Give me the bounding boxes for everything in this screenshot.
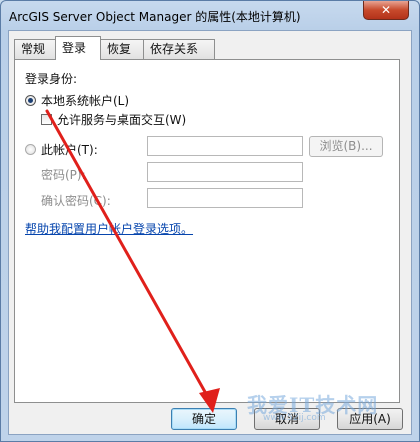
password-label: 密码(P):: [41, 168, 86, 182]
local-system-label[interactable]: 本地系统帐户(L): [41, 92, 129, 109]
confirm-password-label: 确认密码(C):: [41, 194, 111, 208]
properties-dialog: ArcGIS Server Object Manager 的属性(本地计算机) …: [0, 0, 420, 442]
ok-button[interactable]: 确定: [171, 408, 237, 430]
logon-as-label: 登录身份:: [25, 72, 78, 86]
confirm-password-input[interactable]: [147, 188, 303, 208]
account-input[interactable]: [147, 136, 303, 156]
tab-dependencies[interactable]: 依存关系: [143, 39, 215, 59]
title-bar[interactable]: ArcGIS Server Object Manager 的属性(本地计算机) …: [1, 1, 419, 29]
password-input[interactable]: [147, 162, 303, 182]
allow-desktop-label[interactable]: 允许服务与桌面交互(W): [57, 111, 186, 128]
this-account-label[interactable]: 此帐户(T):: [41, 141, 98, 158]
watermark-url: www.52ij.com: [263, 413, 326, 423]
window-title: ArcGIS Server Object Manager 的属性(本地计算机): [9, 10, 301, 24]
help-logon-link[interactable]: 帮助我配置用户帐户登录选项。: [25, 220, 193, 237]
tab-recovery[interactable]: 恢复: [100, 39, 144, 59]
this-account-radio[interactable]: [25, 144, 36, 155]
close-button[interactable]: ✕: [363, 1, 409, 20]
browse-button[interactable]: 浏览(B)...: [309, 136, 383, 157]
tab-general[interactable]: 常规: [14, 39, 56, 59]
tab-logon[interactable]: 登录: [55, 36, 101, 60]
dialog-client-area: 常规 登录 恢复 依存关系 登录身份: 本地系统帐户(L) 允许服务与桌面交互(…: [8, 30, 412, 435]
allow-desktop-checkbox[interactable]: [41, 114, 52, 125]
logon-tab-panel: 登录身份: 本地系统帐户(L) 允许服务与桌面交互(W) 此帐户(T): 浏览(…: [14, 59, 400, 403]
local-system-radio[interactable]: [25, 95, 36, 106]
